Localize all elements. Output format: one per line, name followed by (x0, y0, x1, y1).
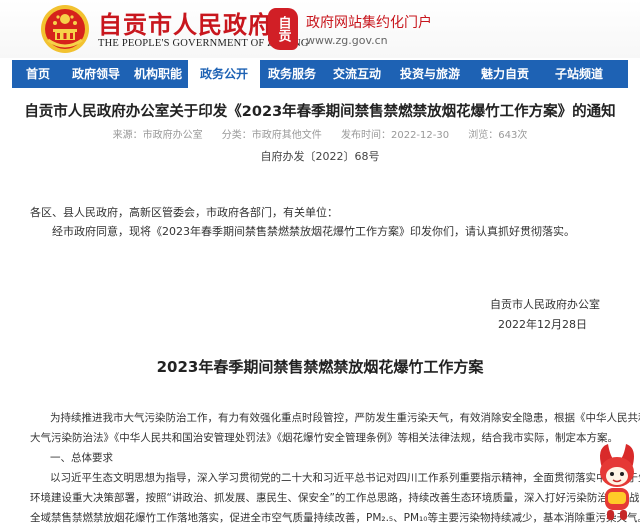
plan-title: 2023年春季期间禁售禁燃禁放烟花爆竹工作方案 (156, 358, 484, 376)
nav-charm-zigong[interactable]: 魅力自贡 (470, 60, 540, 88)
article-meta: 来源：市政府办公室 分类：市政府其他文件 发布时间：2022-12-30 浏览：… (0, 126, 640, 141)
nav-investment-tourism[interactable]: 投资与旅游 (390, 60, 470, 88)
mascot-icon[interactable] (594, 438, 640, 524)
zigong-seal-logo: 自贡 (268, 8, 298, 50)
salutation: 各区、县人民政府，高新区管委会，市政府各部门，有关单位： (30, 206, 338, 219)
requirements-line-3: 全域禁售禁燃禁放烟花爆竹工作落地落实，促进全市空气质量持续改善，PM₂.₅、PM… (30, 512, 640, 524)
nav-sub-sites[interactable]: 子站频道 (540, 60, 618, 88)
national-emblem-icon[interactable] (40, 4, 90, 54)
nav-government-affairs-disclosure[interactable]: 政务公开 (188, 60, 260, 88)
nav-interaction[interactable]: 交流互动 (324, 60, 390, 88)
meta-views: 浏览：643次 (468, 130, 528, 141)
portal-title: 政府网站集约化门户 (306, 15, 432, 31)
site-header: 自贡市人民政府 THE PEOPLE'S GOVERNMENT OF ZIGON… (0, 0, 640, 58)
requirements-line-2: 环境建设重大决策部署，按照“讲政治、抓发展、惠民生、保安全”的工作总思路，持续改… (30, 492, 640, 504)
nav-institutions[interactable]: 机构职能 (128, 60, 188, 88)
requirements-line-1: 以习近平生态文明思想为指导，深入学习贯彻党的二十大和习近平总书记对四川工作系列重… (50, 472, 640, 484)
sign-date: 2022年12月28日 (498, 318, 587, 331)
site-name-cn[interactable]: 自贡市人民政府 (98, 5, 273, 40)
meta-category: 分类：市政府其他文件 (221, 130, 322, 141)
signer: 自贡市人民政府办公室 (490, 298, 600, 311)
meta-date: 发布时间：2022-12-30 (340, 130, 450, 141)
body-paragraph: 经市政府同意，现将《2023年春季期间禁售禁燃禁放烟花爆竹工作方案》印发你们，请… (52, 225, 575, 238)
section-heading-general-requirements: 一、总体要求 (50, 452, 113, 464)
plan-intro-line-2: 大气污染防治法》《中华人民共和国治安管理处罚法》《烟花爆竹安全管理条例》等相关法… (30, 432, 618, 444)
nav-home[interactable]: 首页 (12, 60, 64, 88)
meta-source: 来源：市政府办公室 (112, 130, 203, 141)
portal-url: www.zg.gov.cn (306, 34, 388, 47)
article-title: 自贡市人民政府办公室关于印发《2023年春季期间禁售禁燃禁放烟花爆竹工作方案》的… (24, 104, 616, 120)
document-number: 自府办发〔2022〕68号 (260, 150, 380, 163)
plan-intro-line-1: 为持续推进我市大气污染防治工作，有力有效强化重点时段管控，严防发生重污染天气，有… (50, 412, 640, 424)
nav-government-services[interactable]: 政务服务 (260, 60, 324, 88)
main-nav: 首页 政府领导 机构职能 政务公开 政务服务 交流互动 投资与旅游 魅力自贡 子… (12, 60, 628, 88)
nav-government-leaders[interactable]: 政府领导 (64, 60, 128, 88)
